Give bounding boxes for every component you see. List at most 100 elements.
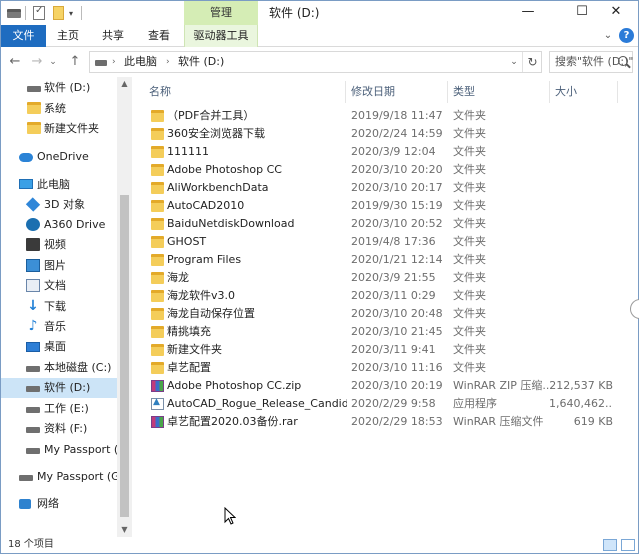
folder-icon xyxy=(151,110,164,122)
file-row[interactable]: Adobe Photoshop CC 2020/3/10 20:20 文件夹 xyxy=(147,161,617,179)
sidebar-item-3d-objects[interactable]: 3D 对象 xyxy=(1,195,117,215)
sidebar-item-my-passport-g[interactable]: My Passport (G:) xyxy=(1,440,117,460)
scrollbar-thumb[interactable] xyxy=(120,195,129,517)
quick-access-new-folder-icon[interactable] xyxy=(53,5,64,21)
tab-share[interactable]: 共享 xyxy=(96,25,130,47)
large-icons-view-icon[interactable] xyxy=(621,539,635,551)
column-separator[interactable] xyxy=(549,81,550,103)
desktop-icon xyxy=(26,342,40,352)
forward-button[interactable]: → xyxy=(27,52,47,72)
file-row[interactable]: AutoCAD_Rogue_Release_Candid... 2020/2/29… xyxy=(147,395,617,413)
file-row[interactable]: 360安全浏览器下载 2020/2/24 14:59 文件夹 xyxy=(147,125,617,143)
scroll-down-arrow-icon[interactable]: ▼ xyxy=(117,523,132,537)
file-row[interactable]: 海龙软件v3.0 2020/3/11 0:29 文件夹 xyxy=(147,287,617,305)
file-row[interactable]: 卓艺配置2020.03备份.rar 2020/2/29 18:53 WinRAR 压… xyxy=(147,413,617,431)
manage-contextual-tab[interactable]: 管理 xyxy=(184,1,258,25)
quick-access-drive-icon[interactable] xyxy=(7,5,21,21)
file-row[interactable]: 卓艺配置 2020/3/10 11:16 文件夹 xyxy=(147,359,617,377)
breadcrumb-this-pc[interactable]: 此电脑 xyxy=(124,52,157,72)
column-header-type[interactable]: 类型 xyxy=(453,81,549,103)
quick-access-customize-icon[interactable]: ▾ xyxy=(69,5,73,21)
file-row[interactable]: AutoCAD2010 2019/9/30 15:19 文件夹 xyxy=(147,197,617,215)
file-modified-date: 2020/3/10 21:45 xyxy=(351,325,443,338)
file-modified-date: 2020/1/21 12:14 xyxy=(351,253,443,266)
file-row[interactable]: GHOST 2019/4/8 17:36 文件夹 xyxy=(147,233,617,251)
column-header-date[interactable]: 修改日期 xyxy=(351,81,447,103)
breadcrumb-separator[interactable]: › xyxy=(112,52,116,72)
title-bar: ▾ 管理 软件 (D:) — ☐ ✕ xyxy=(1,1,638,25)
sidebar-item-desktop[interactable]: 桌面 xyxy=(1,337,117,357)
drive-icon xyxy=(26,448,40,454)
file-row[interactable]: （PDF合并工具） 2019/9/18 11:47 文件夹 xyxy=(147,107,617,125)
minimize-button[interactable]: — xyxy=(506,1,550,25)
file-row[interactable]: 海龙 2020/3/9 21:55 文件夹 xyxy=(147,269,617,287)
file-row[interactable]: Program Files 2020/1/21 12:14 文件夹 xyxy=(147,251,617,269)
ribbon-expand-icon[interactable]: ⌄ xyxy=(599,25,617,47)
sidebar-item-downloads[interactable]: ↓ 下载 xyxy=(1,297,117,317)
tab-file[interactable]: 文件 xyxy=(1,25,46,47)
file-modified-date: 2020/2/29 9:58 xyxy=(351,397,436,410)
computer-icon xyxy=(19,179,33,189)
file-row[interactable]: 海龙自动保存位置 2020/3/10 20:48 文件夹 xyxy=(147,305,617,323)
file-row[interactable]: 111111 2020/3/9 12:04 文件夹 xyxy=(147,143,617,161)
sidebar-item-work-e[interactable]: 工作 (E:) xyxy=(1,399,117,419)
details-view-icon[interactable] xyxy=(603,539,617,551)
column-separator[interactable] xyxy=(447,81,448,103)
a360-icon xyxy=(26,218,40,231)
back-button[interactable]: ← xyxy=(5,52,25,72)
file-row[interactable]: Adobe Photoshop CC.zip 2020/3/10 20:19 Win… xyxy=(147,377,617,395)
file-row[interactable]: AliWorkbenchData 2020/3/10 20:17 文件夹 xyxy=(147,179,617,197)
downloads-icon: ↓ xyxy=(27,298,39,314)
sidebar-item-data-f[interactable]: 资料 (F:) xyxy=(1,419,117,439)
scroll-up-arrow-icon[interactable]: ▲ xyxy=(117,77,132,91)
file-type: 文件夹 xyxy=(453,361,486,374)
refresh-button[interactable]: ↻ xyxy=(522,52,542,72)
drive-icon xyxy=(26,427,40,433)
sidebar-item-local-disk-c[interactable]: 本地磁盘 (C:) xyxy=(1,358,117,378)
column-header-size[interactable]: 大小 xyxy=(555,81,615,103)
up-button[interactable]: ↑ xyxy=(65,52,85,72)
address-bar[interactable]: › 此电脑 › 软件 (D:) ⌄ ↻ xyxy=(89,51,542,73)
file-type: 文件夹 xyxy=(453,145,486,158)
navigation-scrollbar[interactable]: ▲ ▼ xyxy=(117,77,132,537)
quick-access-properties-icon[interactable] xyxy=(33,5,45,21)
sidebar-item-network[interactable]: 网络 xyxy=(1,494,117,514)
tab-home[interactable]: 主页 xyxy=(51,25,85,47)
file-type: 文件夹 xyxy=(453,217,486,230)
address-dropdown-icon[interactable]: ⌄ xyxy=(506,52,522,72)
sidebar-item-a360-drive[interactable]: A360 Drive xyxy=(1,215,117,235)
column-separator[interactable] xyxy=(345,81,346,103)
help-icon[interactable]: ? xyxy=(619,28,634,43)
file-name: （PDF合并工具） xyxy=(167,109,255,122)
sidebar-item-this-pc[interactable]: 此电脑 xyxy=(1,175,117,195)
sidebar-item-drive-d-pinned[interactable]: 软件 (D:) xyxy=(1,78,117,98)
column-header-name[interactable]: 名称 xyxy=(149,81,339,103)
tab-view[interactable]: 查看 xyxy=(142,25,176,47)
sidebar-item-videos[interactable]: 视频 xyxy=(1,235,117,255)
file-row[interactable]: 精挑填充 2020/3/10 21:45 文件夹 xyxy=(147,323,617,341)
sidebar-item-music[interactable]: ♪ 音乐 xyxy=(1,317,117,337)
sidebar-item-new-folder[interactable]: 新建文件夹 xyxy=(1,119,117,139)
search-icon xyxy=(618,56,628,66)
sidebar-item-onedrive[interactable]: OneDrive xyxy=(1,147,117,167)
status-bar: 18 个项目 xyxy=(1,537,638,553)
file-type: 文件夹 xyxy=(453,235,486,248)
search-input[interactable]: 搜索"软件 (D:)" xyxy=(549,51,633,73)
file-row[interactable]: BaiduNetdiskDownload 2020/3/10 20:52 文件夹 xyxy=(147,215,617,233)
recent-locations-button[interactable]: ⌄ xyxy=(47,52,59,72)
sidebar-item-pictures[interactable]: 图片 xyxy=(1,256,117,276)
file-modified-date: 2019/9/30 15:19 xyxy=(351,199,443,212)
file-type: 文件夹 xyxy=(453,127,486,140)
breadcrumb-drive-d[interactable]: 软件 (D:) xyxy=(178,52,224,72)
sidebar-item-drive-d[interactable]: 软件 (D:) xyxy=(1,378,117,398)
file-row[interactable]: 新建文件夹 2020/3/11 9:41 文件夹 xyxy=(147,341,617,359)
archive-icon xyxy=(151,416,164,428)
sidebar-item-my-passport-g-root[interactable]: My Passport (G:) xyxy=(1,467,117,487)
breadcrumb-separator[interactable]: › xyxy=(166,52,170,72)
tab-drive-tools[interactable]: 驱动器工具 xyxy=(184,25,258,47)
column-separator[interactable] xyxy=(617,81,618,103)
sidebar-item-documents[interactable]: 文档 xyxy=(1,276,117,296)
folder-icon xyxy=(151,308,164,320)
close-button[interactable]: ✕ xyxy=(594,1,638,25)
sidebar-item-system[interactable]: 系统 xyxy=(1,99,117,119)
